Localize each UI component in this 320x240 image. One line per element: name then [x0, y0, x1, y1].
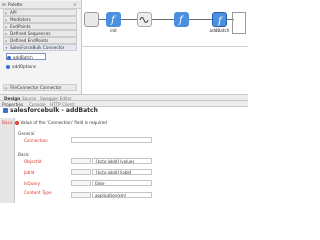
section-basic: Basic: [18, 152, 30, 157]
palette-subitem-label: addBatch: [13, 55, 33, 60]
editor-mode-bar: Design Source Swagger Editor: [0, 94, 248, 101]
expression-picker[interactable]: [71, 192, 91, 198]
palette-item-label: Defined Sequences: [10, 31, 51, 36]
mediator-node[interactable]: [137, 12, 152, 27]
palette-item-defined-endpoints[interactable]: ▸ Defined EndPoints: [3, 37, 77, 44]
tab-console[interactable]: Console: [29, 102, 46, 107]
connector-icon: [6, 65, 10, 69]
palette-item-fileconnector-connector[interactable]: ▸ FileConnector Connector: [3, 84, 77, 91]
expression-picker[interactable]: [71, 169, 91, 175]
tab-properties[interactable]: Properties: [2, 102, 23, 107]
properties-header: salesforcebulk - addBatch: [0, 107, 248, 116]
palette-subitem-label: addOptions: [12, 64, 37, 69]
expression-picker[interactable]: [71, 180, 91, 186]
validation-error: ! Value of the 'Connection' field is requ…: [15, 120, 107, 125]
palette-item-endpoints[interactable]: ▸ EndPoints: [3, 23, 77, 30]
palette-subitem-addoptions[interactable]: addOptions: [6, 63, 36, 70]
connection-field[interactable]: [71, 137, 152, 143]
connector-icon: f: [178, 15, 185, 26]
output-connector[interactable]: [232, 12, 246, 34]
palette-subitem-addbatch[interactable]: addBatch: [6, 53, 46, 60]
connector-icon: f: [110, 15, 117, 26]
node-label: addBatch: [209, 28, 230, 33]
palette-item-defined-sequences[interactable]: ▸ Defined Sequences: [3, 30, 77, 37]
palette-item-api[interactable]: ▸ API: [3, 9, 77, 16]
tab-http-client[interactable]: HTTP Client: [50, 102, 74, 107]
palette-item-label: SalesForceBulk Connector: [10, 45, 65, 50]
connection-label: Connection: [24, 138, 48, 143]
svg-text:f: f: [110, 15, 117, 26]
palette-header: ⊞ Palette ✕: [0, 1, 81, 9]
connector-icon: [7, 56, 11, 60]
error-icon: !: [15, 121, 19, 125]
svg-text:f: f: [178, 15, 185, 26]
palette-item-label: FileConnector Connector: [10, 85, 62, 90]
isquery-field[interactable]: false: [92, 180, 152, 186]
palette-item-salesforcebulk-connector[interactable]: ▾ SalesForceBulk Connector: [3, 44, 77, 51]
connector-icon: f: [217, 16, 224, 27]
palette-panel: ⊞ Palette ✕ ▸ API ▸ Mediators ▸ EndPoints ▸…: [0, 0, 82, 94]
palette-item-label: API: [10, 10, 17, 15]
jobid-label: JobId: [24, 170, 35, 175]
expression-picker[interactable]: [71, 158, 91, 164]
side-tab-label: Basic: [2, 120, 14, 125]
palette-item-mediators[interactable]: ▸ Mediators: [3, 16, 77, 23]
svg-text:f: f: [217, 16, 224, 27]
isquery-label: IsQuery: [24, 181, 41, 186]
jobid-field[interactable]: {$ctx:jobId}/jobId: [92, 169, 152, 175]
design-canvas[interactable]: f init f f addBatch: [82, 0, 248, 94]
palette-icon: ⊞: [2, 2, 6, 7]
palette-item-label: Defined EndPoints: [10, 38, 49, 43]
connector-icon: [3, 108, 8, 113]
objectid-field[interactable]: {$ctx:jobId}/values: [92, 158, 152, 164]
section-general: General: [18, 131, 35, 136]
init-node[interactable]: f: [106, 12, 121, 27]
palette-item-label: EndPoints: [10, 24, 31, 29]
wave-icon: [139, 17, 149, 23]
addbatch-node[interactable]: f: [212, 12, 227, 27]
palette-item-label: Mediators: [10, 17, 31, 22]
palette-title: Palette: [8, 2, 23, 7]
content-type-field[interactable]: application/xml: [92, 192, 152, 198]
basic-side-tab[interactable]: Basic: [0, 118, 15, 203]
error-message: Value of the 'Connection' field is requi…: [20, 120, 107, 125]
objectid-label: ObjectId: [24, 159, 42, 164]
divider: [82, 46, 248, 47]
close-icon[interactable]: ✕: [73, 2, 77, 7]
properties-title: salesforcebulk - addBatch: [10, 107, 98, 114]
connector-node[interactable]: f: [174, 12, 189, 27]
node-label: init: [110, 28, 117, 33]
content-type-label: Content Type: [24, 190, 52, 195]
mediator-node[interactable]: [84, 12, 99, 27]
